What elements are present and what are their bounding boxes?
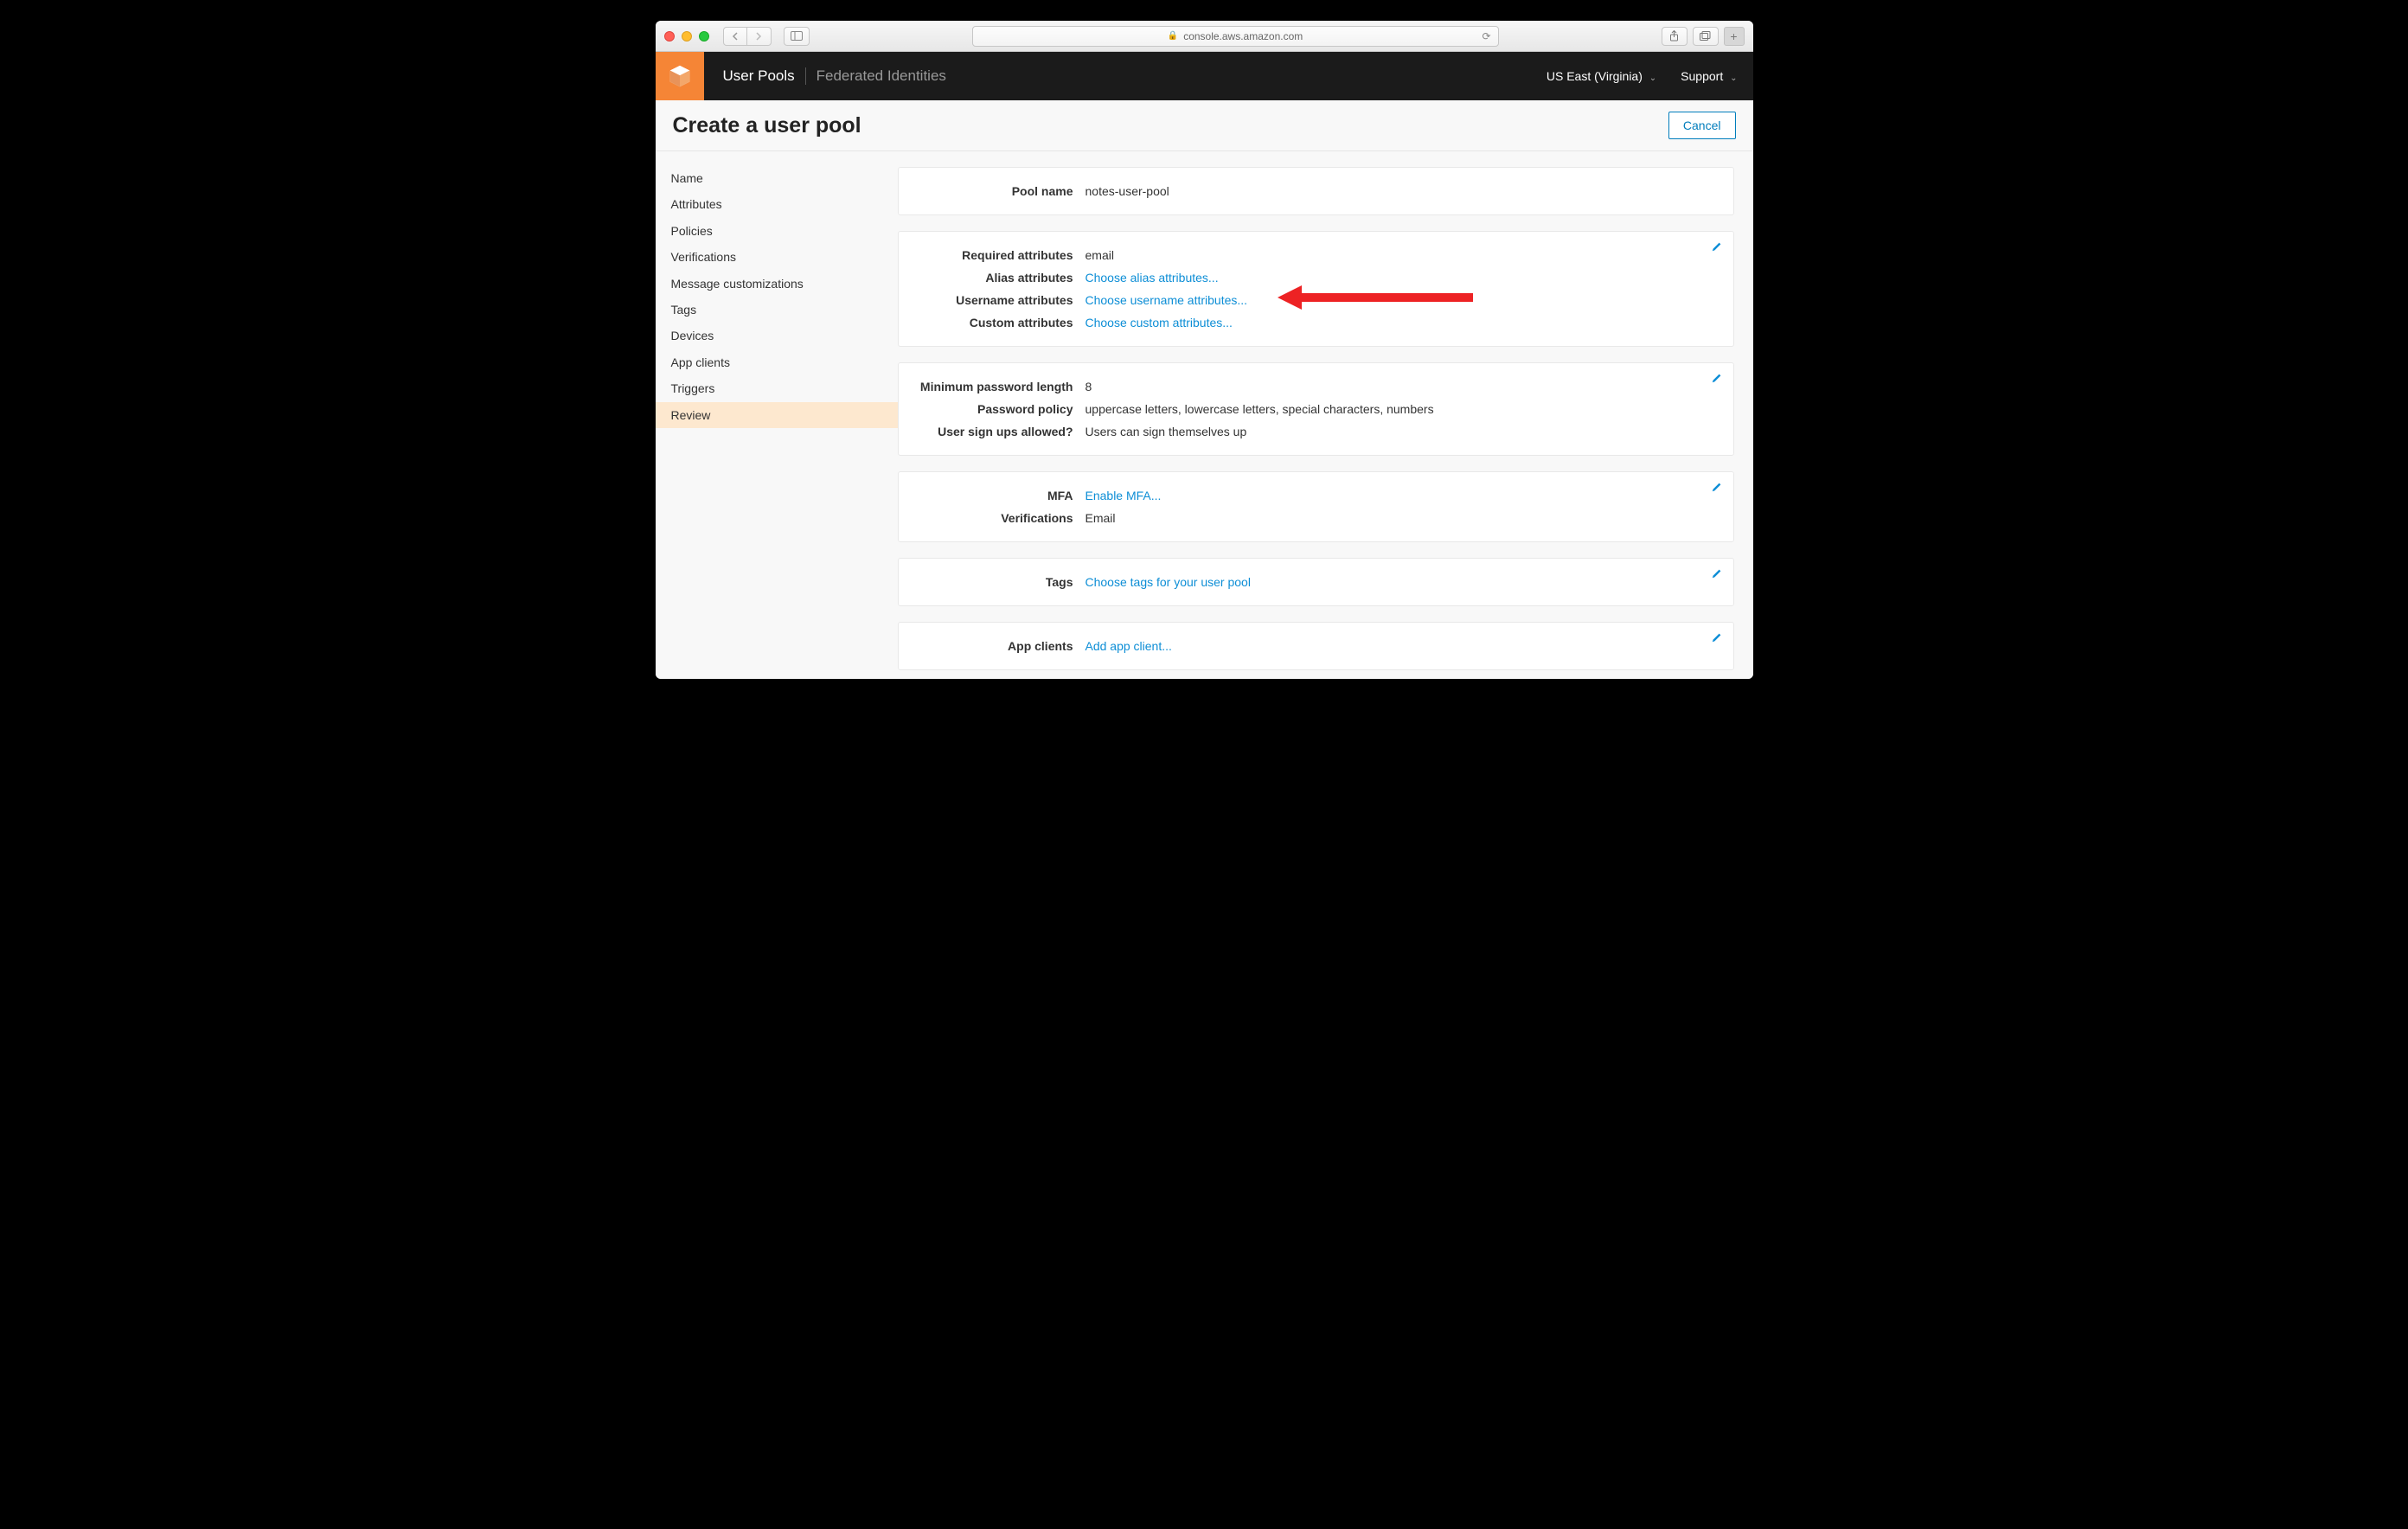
card-pool-name: Pool name notes-user-pool (898, 167, 1734, 215)
mfa-label: MFA (914, 489, 1086, 502)
wizard-sidebar: Name Attributes Policies Verifications M… (656, 151, 898, 679)
close-window-button[interactable] (664, 31, 675, 42)
card-app-clients: App clients Add app client... (898, 622, 1734, 670)
support-menu[interactable]: Support ⌄ (1681, 69, 1737, 83)
sidebar-item-attributes[interactable]: Attributes (656, 191, 898, 217)
sidebar-item-tags[interactable]: Tags (656, 297, 898, 323)
page-body: Name Attributes Policies Verifications M… (656, 151, 1753, 679)
right-toolbar: + (1662, 27, 1745, 46)
user-signups-label: User sign ups allowed? (914, 425, 1086, 438)
verifications-label: Verifications (914, 511, 1086, 525)
review-main: Pool name notes-user-pool Required attri… (898, 151, 1753, 679)
pencil-icon (1711, 372, 1723, 384)
edit-attributes-button[interactable] (1711, 240, 1723, 255)
lock-icon: 🔒 (1168, 31, 1178, 41)
sidebar-item-review[interactable]: Review (656, 402, 898, 428)
new-tab-button[interactable]: + (1724, 27, 1745, 46)
alias-attributes-link[interactable]: Choose alias attributes... (1086, 271, 1219, 285)
edit-mfa-button[interactable] (1711, 481, 1723, 496)
password-policy-value: uppercase letters, lowercase letters, sp… (1086, 402, 1434, 416)
aws-header: User Pools Federated Identities US East … (656, 52, 1753, 100)
pool-name-value: notes-user-pool (1086, 184, 1169, 198)
sidebar-item-policies[interactable]: Policies (656, 218, 898, 244)
url-host: console.aws.amazon.com (1183, 30, 1303, 42)
support-label: Support (1681, 69, 1723, 83)
pencil-icon (1711, 631, 1723, 643)
sidebar-toggle-button[interactable] (784, 27, 810, 46)
app-clients-label: App clients (914, 639, 1086, 653)
verifications-value: Email (1086, 511, 1116, 525)
required-attributes-value: email (1086, 248, 1114, 262)
min-password-length-label: Minimum password length (914, 380, 1086, 393)
nav-federated-identities[interactable]: Federated Identities (817, 67, 946, 85)
back-button[interactable] (723, 27, 747, 46)
username-attributes-link[interactable]: Choose username attributes... (1086, 293, 1248, 307)
min-password-length-value: 8 (1086, 380, 1092, 393)
browser-window: 🔒 console.aws.amazon.com ⟳ + (656, 21, 1753, 679)
minimize-window-button[interactable] (682, 31, 692, 42)
forward-button[interactable] (747, 27, 772, 46)
page-subheader: Create a user pool Cancel (656, 100, 1753, 151)
aws-header-right: US East (Virginia) ⌄ Support ⌄ (1547, 52, 1753, 100)
chevron-down-icon: ⌄ (1649, 74, 1656, 83)
card-mfa: MFA Enable MFA... Verifications Email (898, 471, 1734, 542)
required-attributes-label: Required attributes (914, 248, 1086, 262)
url-bar[interactable]: 🔒 console.aws.amazon.com ⟳ (972, 26, 1499, 47)
custom-attributes-link[interactable]: Choose custom attributes... (1086, 316, 1233, 329)
edit-tags-button[interactable] (1711, 567, 1723, 582)
tags-link[interactable]: Choose tags for your user pool (1086, 575, 1251, 589)
edit-policies-button[interactable] (1711, 372, 1723, 387)
sidebar-item-app-clients[interactable]: App clients (656, 349, 898, 375)
reload-icon[interactable]: ⟳ (1482, 30, 1490, 42)
nav-user-pools[interactable]: User Pools (723, 67, 795, 85)
pencil-icon (1711, 567, 1723, 579)
sidebar-item-message-customizations[interactable]: Message customizations (656, 271, 898, 297)
cognito-logo[interactable] (656, 52, 704, 100)
card-policies: Minimum password length 8 Password polic… (898, 362, 1734, 456)
tabs-button[interactable] (1693, 27, 1719, 46)
nav-button-group (723, 27, 772, 46)
card-tags: Tags Choose tags for your user pool (898, 558, 1734, 606)
nav-divider (805, 67, 806, 85)
browser-chrome: 🔒 console.aws.amazon.com ⟳ + (656, 21, 1753, 52)
share-button[interactable] (1662, 27, 1688, 46)
maximize-window-button[interactable] (699, 31, 709, 42)
pencil-icon (1711, 481, 1723, 493)
mfa-link[interactable]: Enable MFA... (1086, 489, 1162, 502)
custom-attributes-label: Custom attributes (914, 316, 1086, 329)
app-clients-link[interactable]: Add app client... (1086, 639, 1172, 653)
pool-name-label: Pool name (914, 184, 1086, 198)
username-attributes-label: Username attributes (914, 293, 1086, 307)
user-signups-value: Users can sign themselves up (1086, 425, 1247, 438)
edit-app-clients-button[interactable] (1711, 631, 1723, 646)
page-title: Create a user pool (673, 113, 861, 138)
region-label: US East (Virginia) (1547, 69, 1643, 83)
card-attributes: Required attributes email Alias attribut… (898, 231, 1734, 347)
aws-nav: User Pools Federated Identities (704, 52, 946, 100)
password-policy-label: Password policy (914, 402, 1086, 416)
sidebar-item-devices[interactable]: Devices (656, 323, 898, 349)
cancel-button[interactable]: Cancel (1668, 112, 1736, 139)
sidebar-item-verifications[interactable]: Verifications (656, 244, 898, 270)
sidebar-item-triggers[interactable]: Triggers (656, 375, 898, 401)
chevron-down-icon: ⌄ (1730, 74, 1737, 83)
pencil-icon (1711, 240, 1723, 253)
traffic-lights (664, 31, 709, 42)
region-selector[interactable]: US East (Virginia) ⌄ (1547, 69, 1656, 83)
tags-label: Tags (914, 575, 1086, 589)
alias-attributes-label: Alias attributes (914, 271, 1086, 285)
sidebar-item-name[interactable]: Name (656, 165, 898, 191)
